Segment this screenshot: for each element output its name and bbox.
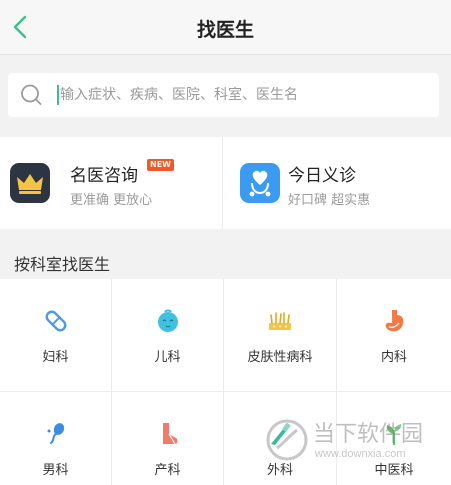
department-obstetrics[interactable]: 产科 bbox=[112, 392, 224, 485]
department-label: 内科 bbox=[380, 350, 407, 365]
promo-subtitle: 更准确 更放心 bbox=[70, 193, 153, 208]
department-label: 儿科 bbox=[154, 350, 181, 365]
department-internal-medicine[interactable]: 内科 bbox=[337, 279, 451, 392]
promo-banner: 名医咨询 NEW 更准确 更放心 今日义诊 好口碑 超实惠 bbox=[0, 137, 451, 229]
new-badge: NEW bbox=[147, 159, 174, 171]
section-title: 按科室找医生 bbox=[14, 255, 111, 274]
promo-title: 名医咨询 bbox=[70, 166, 138, 186]
stomach-icon bbox=[385, 310, 404, 332]
department-andrology[interactable]: 男科 bbox=[0, 392, 112, 485]
search-area bbox=[0, 56, 451, 136]
boot-icon bbox=[162, 423, 177, 445]
text-caret bbox=[57, 85, 59, 105]
pill-icon bbox=[45, 310, 66, 332]
department-dermatology[interactable]: 皮肤性病科 bbox=[224, 279, 337, 392]
department-label: 外科 bbox=[266, 463, 293, 478]
promo-subtitle: 好口碑 超实惠 bbox=[288, 193, 371, 208]
department-grid: 妇科 儿科 皮肤性病科 内科 男科 产科 外科 中医科 bbox=[0, 279, 451, 485]
baby-face-icon bbox=[157, 309, 178, 332]
crown-icon bbox=[10, 163, 50, 203]
search-box[interactable] bbox=[8, 73, 439, 117]
scalpel-icon bbox=[271, 422, 291, 445]
promo-famous-doctor-consult[interactable]: 名医咨询 NEW 更准确 更放心 bbox=[0, 137, 223, 229]
top-nav-bar: 找医生 bbox=[0, 0, 451, 55]
department-surgery[interactable]: 外科 bbox=[224, 392, 337, 485]
search-input[interactable] bbox=[60, 73, 430, 117]
department-gynecology[interactable]: 妇科 bbox=[0, 279, 112, 392]
page-title: 找医生 bbox=[196, 19, 254, 41]
department-pediatrics[interactable]: 儿科 bbox=[112, 279, 224, 392]
department-label: 中医科 bbox=[374, 463, 414, 478]
department-label: 皮肤性病科 bbox=[247, 350, 313, 365]
sperm-icon bbox=[47, 423, 64, 444]
stethoscope-heart-icon bbox=[240, 163, 280, 203]
department-label: 男科 bbox=[42, 463, 69, 478]
department-tcm[interactable]: 中医科 bbox=[337, 392, 451, 485]
promo-free-clinic-today[interactable]: 今日义诊 好口碑 超实惠 bbox=[224, 137, 451, 229]
herb-icon bbox=[386, 424, 402, 445]
department-label: 妇科 bbox=[42, 350, 69, 365]
promo-title: 今日义诊 bbox=[288, 166, 356, 186]
search-icon bbox=[21, 84, 42, 105]
skin-hair-icon bbox=[269, 312, 291, 330]
department-label: 产科 bbox=[154, 463, 181, 478]
